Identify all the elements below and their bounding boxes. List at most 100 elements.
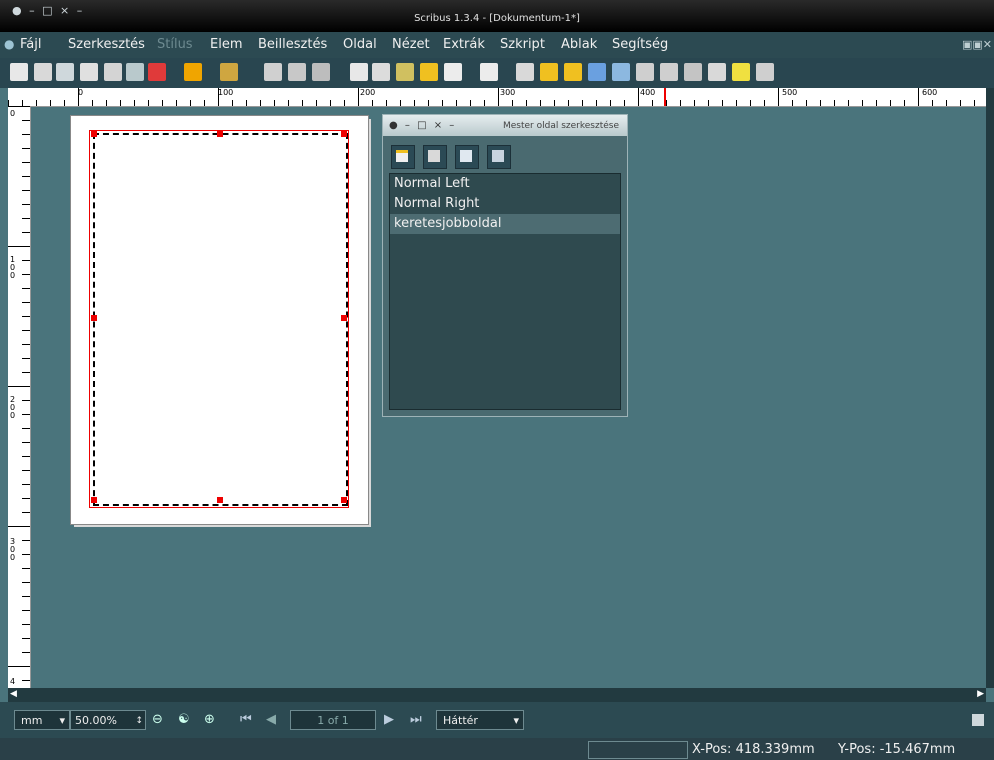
list-item[interactable]: Normal Left <box>390 174 620 194</box>
ruler-tick <box>22 358 30 359</box>
dialog-title-bar[interactable]: ● – □ × – Mester oldal szerkesztése <box>383 115 627 136</box>
page-indicator[interactable]: 1 of 1 <box>290 710 376 730</box>
ruler-tick <box>22 484 30 485</box>
delete-master-icon[interactable] <box>487 145 511 169</box>
rotate-icon[interactable] <box>588 63 606 81</box>
resize-handle-bl[interactable] <box>91 497 97 503</box>
ruler-tick <box>50 100 51 106</box>
menu-item[interactable]: Elem <box>210 37 243 52</box>
menu-script[interactable]: Szkript <box>500 37 545 52</box>
zoom-out-icon[interactable]: ⊖ <box>152 712 163 727</box>
ruler-tick <box>484 100 485 106</box>
ruler-tick <box>22 302 30 303</box>
selected-frame[interactable] <box>93 133 348 506</box>
ruler-tick <box>22 470 30 471</box>
shape-icon[interactable] <box>444 63 462 81</box>
undo-icon[interactable] <box>184 63 202 81</box>
mdi-window-controls[interactable]: ▣▣✕ <box>962 38 992 51</box>
dialog-wm-controls[interactable]: ● – □ × – <box>389 120 456 131</box>
resize-handle-ml[interactable] <box>91 315 97 321</box>
menu-insert[interactable]: Beillesztés <box>258 37 327 52</box>
list-item[interactable]: Normal Right <box>390 194 620 214</box>
preview-mode-icon[interactable] <box>972 714 984 726</box>
ruler-tick <box>22 190 30 191</box>
menu-edit[interactable]: Szerkesztés <box>68 37 145 52</box>
menu-help[interactable]: Segítség <box>612 37 668 52</box>
new-document-icon[interactable] <box>10 63 28 81</box>
zoom-in-icon[interactable]: ⊕ <box>204 712 215 727</box>
ruler-tick <box>694 100 695 106</box>
layer-select[interactable]: Háttér ▾ <box>436 710 524 730</box>
ruler-tick <box>8 386 30 387</box>
horizontal-scrollbar[interactable]: ◀ ▶ <box>8 688 986 702</box>
chevron-down-icon: ▾ <box>59 714 65 727</box>
resize-handle-bc[interactable] <box>217 497 223 503</box>
measure-icon[interactable] <box>708 63 726 81</box>
zoom-100-icon[interactable]: ☯ <box>178 712 190 727</box>
ruler-tick <box>932 100 933 106</box>
save-icon[interactable] <box>56 63 74 81</box>
menu-windows[interactable]: Ablak <box>561 37 597 52</box>
eyedropper-icon[interactable] <box>756 63 774 81</box>
previous-page-icon[interactable]: ◀ <box>266 712 276 727</box>
copy-icon[interactable] <box>288 63 306 81</box>
select-icon[interactable] <box>350 63 368 81</box>
chevron-down-icon: ▾ <box>513 714 519 727</box>
document-page[interactable] <box>70 115 369 525</box>
ruler-tick <box>22 554 30 555</box>
zoom-input[interactable]: 50.00% ↕ <box>70 710 146 730</box>
resize-handle-tl[interactable] <box>91 131 97 137</box>
close-icon[interactable] <box>80 63 98 81</box>
unlink-frames-icon[interactable] <box>684 63 702 81</box>
last-page-icon[interactable]: ⏭ <box>410 712 422 727</box>
list-item[interactable]: keretesjobboldal <box>390 214 620 234</box>
ruler-tick <box>36 100 37 106</box>
redo-icon[interactable] <box>220 63 238 81</box>
zoom-icon[interactable] <box>612 63 630 81</box>
duplicate-master-icon[interactable] <box>423 145 447 169</box>
ruler-tick <box>22 344 30 345</box>
vertical-ruler[interactable]: 0 100 200 300 4 <box>8 106 31 688</box>
spinner-icon[interactable]: ↕ <box>135 711 143 731</box>
open-icon[interactable] <box>34 63 52 81</box>
bezier-icon[interactable] <box>540 63 558 81</box>
edit-contents-icon[interactable] <box>636 63 654 81</box>
menu-file[interactable]: Fájl <box>20 37 41 52</box>
print-icon[interactable] <box>104 63 122 81</box>
import-master-icon[interactable] <box>455 145 479 169</box>
preflight-icon[interactable] <box>126 63 144 81</box>
resize-handle-mr[interactable] <box>341 315 347 321</box>
menu-extras[interactable]: Extrák <box>443 37 485 52</box>
polygon-icon[interactable] <box>480 63 498 81</box>
resize-handle-tr[interactable] <box>341 131 347 137</box>
menu-page[interactable]: Oldal <box>343 37 377 52</box>
ruler-tick <box>470 100 471 106</box>
freehand-icon[interactable] <box>564 63 582 81</box>
image-frame-icon[interactable] <box>396 63 414 81</box>
next-page-icon[interactable]: ▶ <box>384 712 394 727</box>
new-master-icon[interactable] <box>391 145 415 169</box>
pdf-export-icon[interactable] <box>148 63 166 81</box>
link-frames-icon[interactable] <box>660 63 678 81</box>
resize-handle-br[interactable] <box>341 497 347 503</box>
ruler-tick <box>344 100 345 106</box>
ruler-tick <box>22 638 30 639</box>
first-page-icon[interactable]: ⏮ <box>240 712 252 727</box>
text-frame-icon[interactable] <box>372 63 390 81</box>
table-icon[interactable] <box>420 63 438 81</box>
scroll-left-arrow-icon[interactable]: ◀ <box>10 689 17 699</box>
ruler-tick <box>22 400 30 401</box>
scroll-right-arrow-icon[interactable]: ▶ <box>977 689 984 699</box>
line-icon[interactable] <box>516 63 534 81</box>
cut-icon[interactable] <box>264 63 282 81</box>
menu-view[interactable]: Nézet <box>392 37 430 52</box>
ruler-tick <box>778 88 779 106</box>
x-position: X-Pos: 418.339mm <box>692 742 815 757</box>
resize-handle-tc[interactable] <box>217 131 223 137</box>
vertical-scrollbar[interactable] <box>986 88 994 688</box>
menu-bar: ● Fájl Szerkesztés Stílus Elem Beilleszt… <box>0 32 994 58</box>
paste-icon[interactable] <box>312 63 330 81</box>
horizontal-ruler[interactable]: 0 100 200 300 400 500 600 <box>8 88 986 107</box>
unit-select[interactable]: mm ▾ <box>14 710 70 730</box>
copy-properties-icon[interactable] <box>732 63 750 81</box>
